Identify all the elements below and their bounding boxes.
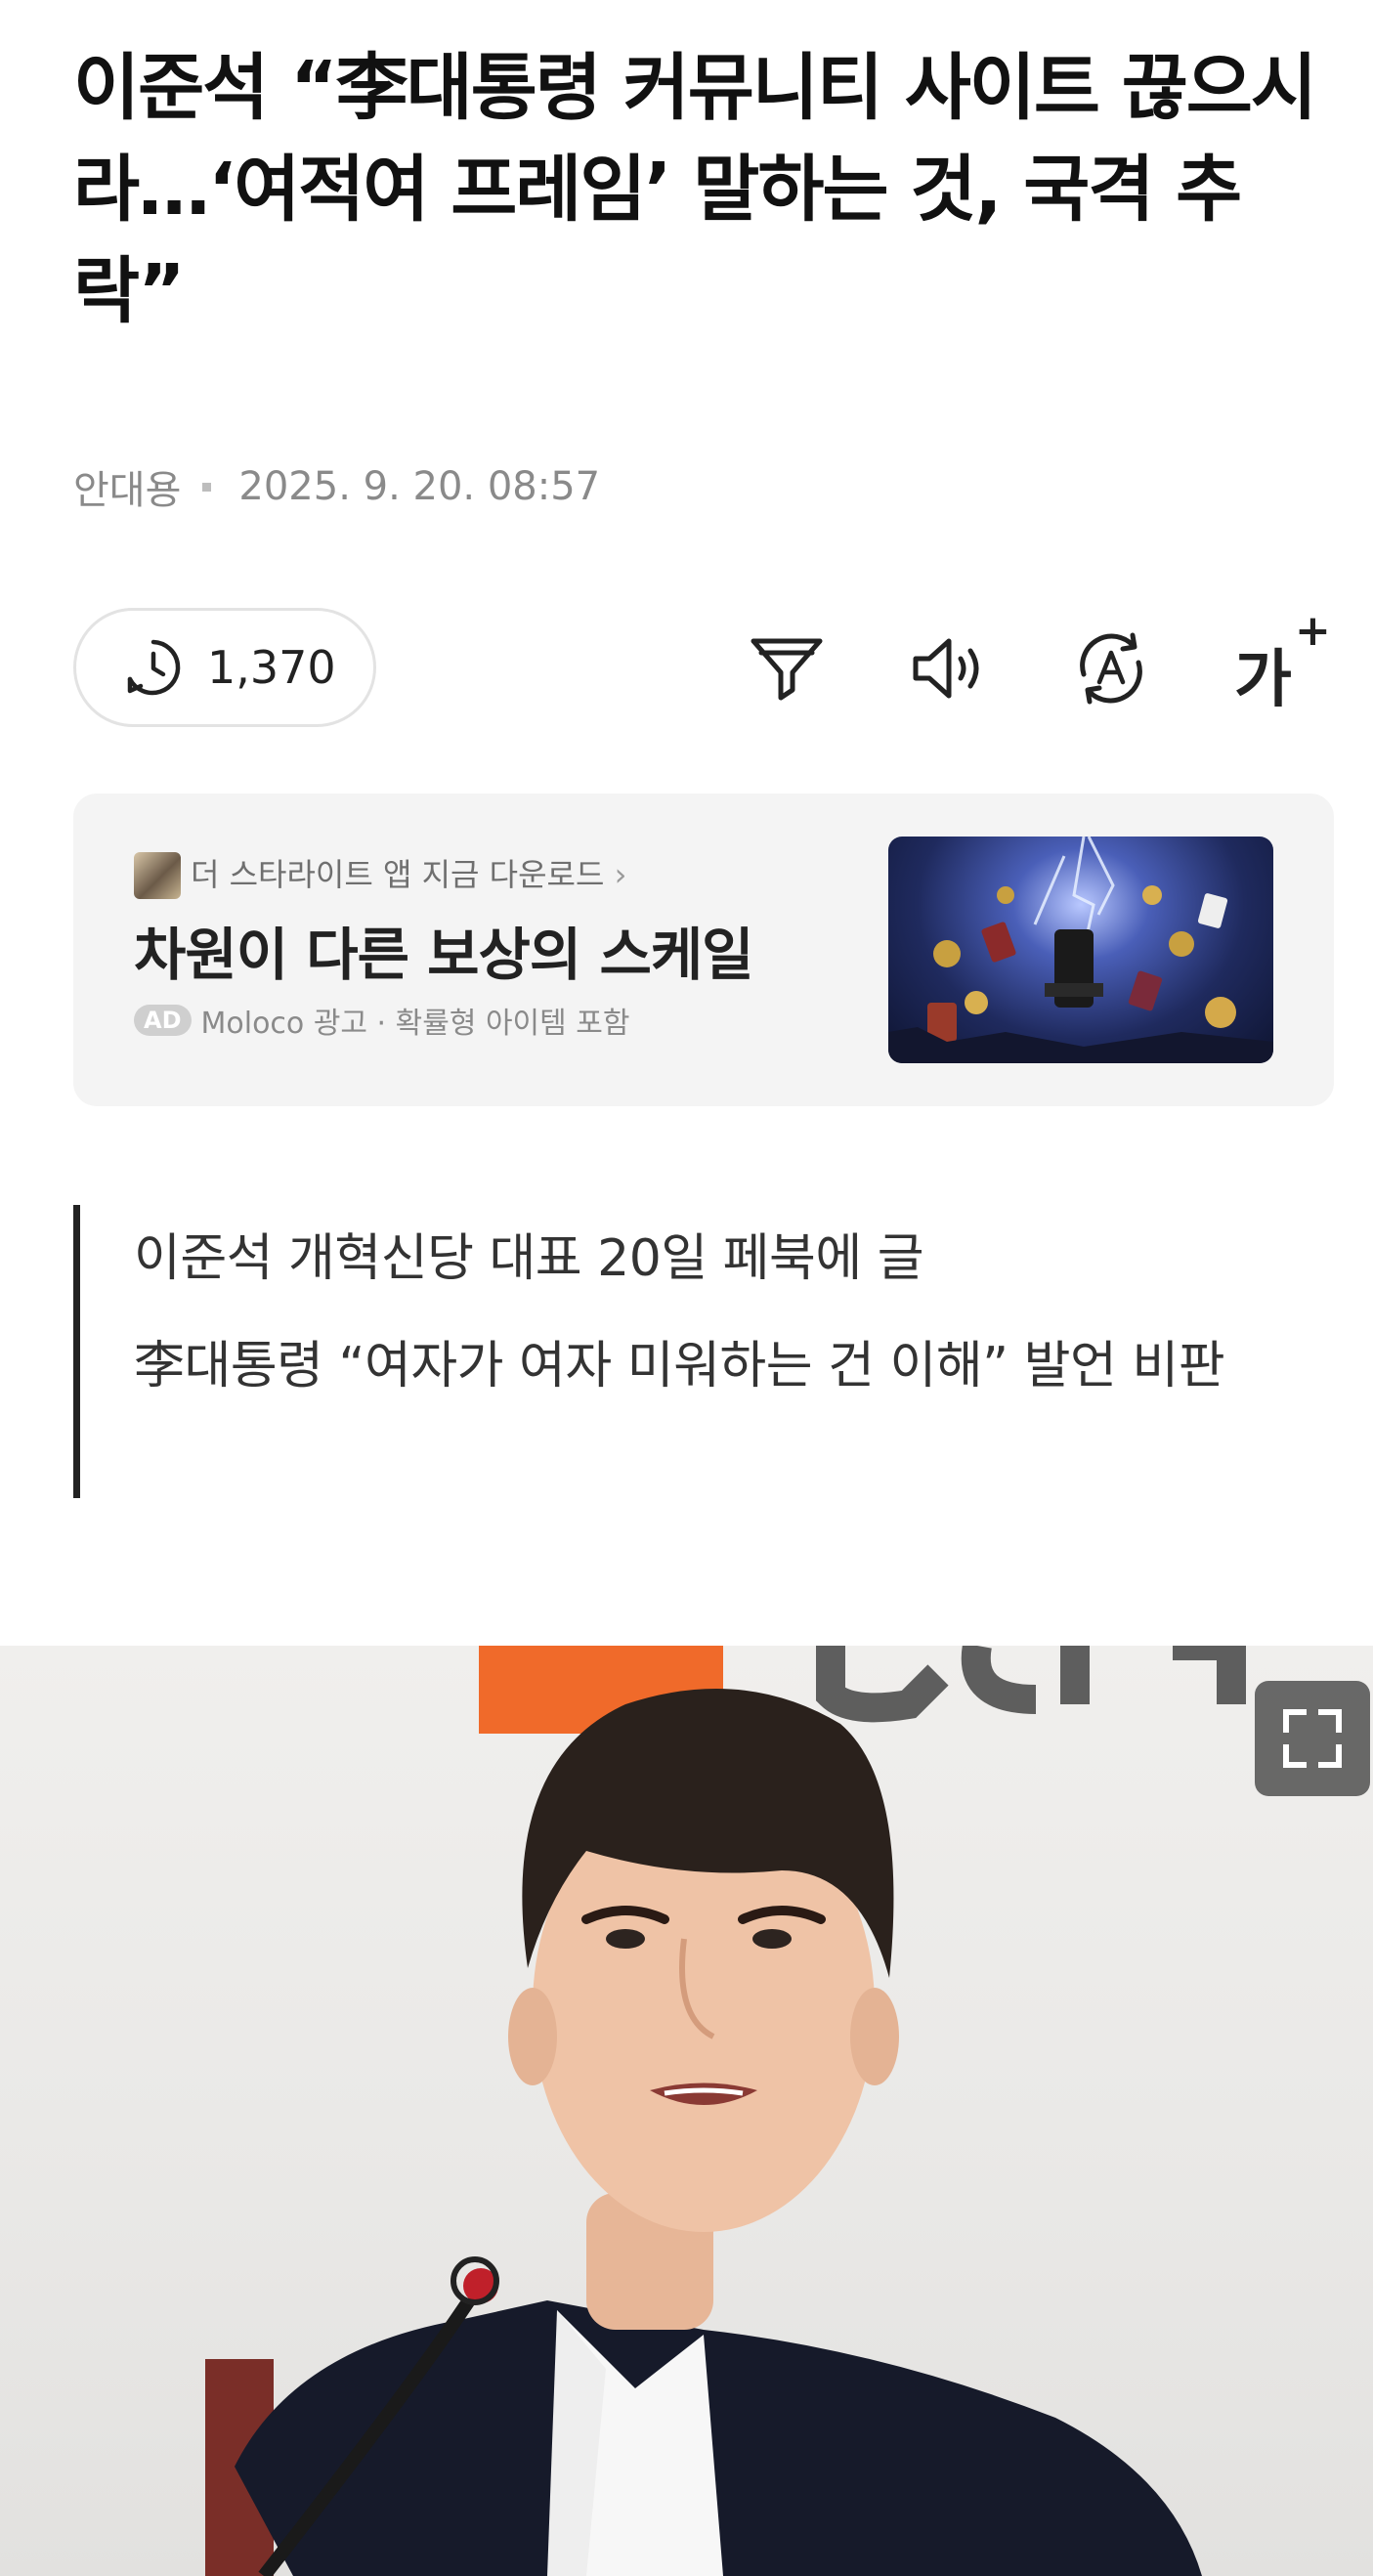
article-toolbar: 1,370 가 + (73, 606, 1331, 727)
ad-footer: AD Moloco 광고 · 확률형 아이템 포함 (134, 999, 630, 1042)
translate-icon[interactable] (1072, 629, 1150, 708)
fullscreen-button[interactable] (1255, 1681, 1370, 1796)
article-summary: 이준석 개혁신당 대표 20일 페북에 글 李대통령 “여자가 여자 미워하는 … (73, 1205, 1334, 1498)
ad-sponsor: Moloco 광고 · 확률형 아이템 포함 (200, 1007, 630, 1041)
font-size-icon[interactable]: 가 + (1234, 606, 1332, 717)
photo-scene (205, 1646, 1246, 2576)
summary-line-1: 이준석 개혁신당 대표 20일 페북에 글 (134, 1229, 924, 1288)
ad-badge: AD (134, 1005, 192, 1036)
summary-line-2: 李대통령 “여자가 여자 미워하는 건 이해” 발언 비판 (134, 1337, 1225, 1395)
ad-image[interactable] (888, 837, 1273, 1063)
expand-icon (1283, 1709, 1342, 1768)
ad-app-link[interactable]: 더 스타라이트 앱 지금 다운로드 (191, 850, 626, 895)
summary-funnel-icon[interactable] (748, 629, 826, 708)
view-count-pill: 1,370 (73, 608, 376, 727)
article-headline: 이준석 “李대통령 커뮤니티 사이트 끊으시라…‘여적여 프레임’ 말하는 것,… (73, 46, 1317, 333)
article-photo[interactable] (0, 1646, 1373, 2576)
speaker-icon[interactable] (910, 629, 988, 708)
clock-icon (127, 639, 181, 696)
ad-title[interactable]: 차원이 다른 보상의 스케일 (134, 909, 754, 991)
publish-datetime: 2025. 9. 20. 08:57 (238, 464, 601, 509)
font-size-plus: + (1295, 606, 1331, 656)
ad-banner[interactable]: 더 스타라이트 앱 지금 다운로드 차원이 다른 보상의 스케일 AD Molo… (73, 794, 1334, 1106)
author-name[interactable]: 안대용 (73, 458, 181, 515)
view-count: 1,370 (207, 641, 336, 694)
font-size-label: 가 (1234, 644, 1292, 716)
app-thumbnail (134, 852, 181, 899)
article-meta: 안대용 2025. 9. 20. 08:57 (73, 459, 600, 514)
meta-separator (202, 482, 212, 492)
